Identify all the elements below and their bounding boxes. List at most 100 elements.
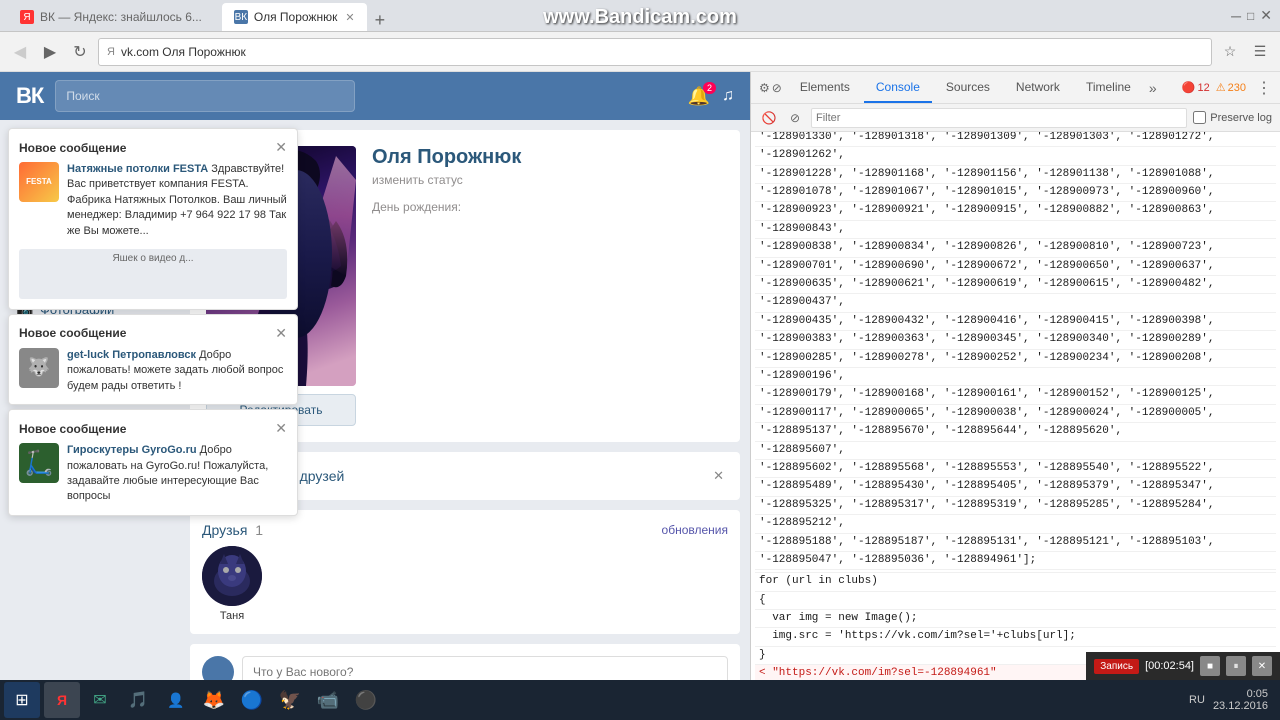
settings-button[interactable]: ☰ bbox=[1248, 40, 1272, 64]
console-line: '-128895212', bbox=[755, 515, 1276, 533]
console-line: '-128895137', '-128895670', '-128895644'… bbox=[755, 423, 1276, 441]
tab-vk-close[interactable]: ✕ bbox=[345, 11, 354, 24]
devtools-options-button[interactable]: ⋮ bbox=[1256, 78, 1272, 98]
notif3-header: Новое сообщение ✕ bbox=[19, 420, 287, 437]
find-friends-label[interactable]: Найдите друзей bbox=[240, 468, 703, 484]
friend-item-tanya[interactable]: Таня bbox=[202, 546, 262, 622]
notif2-text: get-luck Петропавловск Добро пожаловать!… bbox=[67, 348, 287, 394]
devtools-dock-button[interactable]: ⚙ bbox=[759, 81, 770, 95]
devtools-filter-button[interactable]: ⊘ bbox=[772, 81, 782, 95]
recording-close-button[interactable]: ✕ bbox=[1252, 656, 1272, 676]
tab-yandex[interactable]: Я ВК — Яндекс: знайшлось 6... bbox=[8, 3, 222, 31]
console-clear-button[interactable]: 🚫 bbox=[759, 108, 779, 128]
close-button[interactable]: ✕ bbox=[1260, 7, 1272, 24]
console-line: '-128900383', '-128900363', '-128900345'… bbox=[755, 331, 1276, 349]
notif1-preview: Яшек о видео д... bbox=[19, 249, 287, 299]
notif2-body: 🐺 get-luck Петропавловск Добро пожаловат… bbox=[19, 348, 287, 394]
notif1-close-button[interactable]: ✕ bbox=[275, 139, 287, 156]
taskbar-app-other[interactable]: ⚫ bbox=[348, 682, 384, 718]
tab-vk[interactable]: ВК Оля Порожнюк ✕ bbox=[222, 3, 367, 31]
console-line: '-128900435', '-128900432', '-128900416'… bbox=[755, 313, 1276, 331]
notif3-close-button[interactable]: ✕ bbox=[275, 420, 287, 437]
minimize-button[interactable]: ─ bbox=[1231, 8, 1241, 24]
bookmark-button[interactable]: ☆ bbox=[1218, 40, 1242, 64]
console-line: '-128901228', '-128901168', '-128901156'… bbox=[755, 166, 1276, 184]
music-button[interactable]: ♫ bbox=[722, 87, 734, 105]
back-button[interactable]: ◀ bbox=[8, 40, 32, 64]
console-line: '-128895602', '-128895568', '-128895553'… bbox=[755, 460, 1276, 478]
browser-titlebar: Я ВК — Яндекс: знайшлось 6... ВК Оля Пор… bbox=[0, 0, 1280, 32]
start-button[interactable]: ⊞ bbox=[4, 682, 40, 718]
devtools-more-tabs[interactable]: » bbox=[1149, 80, 1157, 96]
taskbar-app-user[interactable]: 👤 bbox=[158, 682, 194, 718]
taskbar-app-opera[interactable]: 🦅 bbox=[272, 682, 308, 718]
devtools-toolbar: ⚙ ⊘ Elements Console Sources Network Tim… bbox=[751, 72, 1280, 104]
profile-status-link[interactable]: изменить статус bbox=[372, 173, 724, 187]
taskbar-firefox-icon: 🦊 bbox=[203, 690, 225, 711]
notif3-avatar: 🛴 bbox=[19, 443, 59, 483]
devtools-tab-console[interactable]: Console bbox=[864, 72, 932, 103]
console-line: '-128895188', '-128895187', '-128895131'… bbox=[755, 534, 1276, 552]
friends-updates-link[interactable]: обновления bbox=[662, 523, 728, 537]
recording-pause-button[interactable]: ⏸ bbox=[1226, 656, 1246, 676]
notifications-button[interactable]: 🔔 2 bbox=[688, 86, 710, 107]
profile-info: Оля Порожнюк изменить статус День рожден… bbox=[372, 146, 724, 426]
error-count-badge: 🔴 12 bbox=[1182, 81, 1210, 94]
taskbar-app-video[interactable]: 📹 bbox=[310, 682, 346, 718]
recording-bar: Запись [00:02:54] ■ ⏸ ✕ bbox=[1086, 652, 1280, 680]
birthday-label: День рождения: bbox=[372, 200, 461, 214]
notif1-header: Новое сообщение ✕ bbox=[19, 139, 287, 156]
taskbar-video-icon: 📹 bbox=[317, 690, 339, 711]
console-line: '-128900838', '-128900834', '-128900826'… bbox=[755, 239, 1276, 257]
devtools-tab-sources[interactable]: Sources bbox=[934, 72, 1002, 103]
notif3-sender: Гироскутеры GyroGo.ru bbox=[67, 444, 197, 456]
devtools-tab-elements[interactable]: Elements bbox=[788, 72, 862, 103]
console-filter-input[interactable] bbox=[811, 108, 1187, 128]
console-output[interactable]: '-128902472', '-128902427', '-128902407'… bbox=[751, 132, 1280, 688]
taskbar-app-firefox[interactable]: 🦊 bbox=[196, 682, 232, 718]
preserve-log-label: Preserve log bbox=[1210, 112, 1272, 124]
devtools-tab-network[interactable]: Network bbox=[1004, 72, 1072, 103]
devtools-tab-timeline[interactable]: Timeline bbox=[1074, 72, 1143, 103]
tab-vk-title: Оля Порожнюк bbox=[254, 10, 337, 24]
profile-birthday: День рождения: bbox=[372, 199, 724, 214]
recording-stop-button[interactable]: ■ bbox=[1200, 656, 1220, 676]
taskbar: ⊞ Я ✉ 🎵 👤 🦊 🔵 🦅 📹 ⚫ RU bbox=[0, 680, 1280, 720]
notif2-close-button[interactable]: ✕ bbox=[275, 325, 287, 342]
vk-search-bar[interactable]: Поиск bbox=[55, 80, 355, 112]
console-line: '-128900701', '-128900690', '-128900672'… bbox=[755, 258, 1276, 276]
preserve-log-checkbox[interactable]: Preserve log bbox=[1193, 111, 1272, 124]
taskbar-time-display: 0:05 bbox=[1213, 688, 1268, 700]
preserve-log-check[interactable] bbox=[1193, 111, 1206, 124]
recording-badge: Запись bbox=[1094, 659, 1139, 674]
console-filter-button[interactable]: ⊘ bbox=[785, 108, 805, 128]
console-line: '-128895325', '-128895317', '-128895319'… bbox=[755, 497, 1276, 515]
vk-header-icons: 🔔 2 ♫ bbox=[688, 86, 734, 107]
new-tab-button[interactable]: + bbox=[371, 10, 390, 31]
refresh-button[interactable]: ↻ bbox=[68, 40, 92, 64]
notif2-header: Новое сообщение ✕ bbox=[19, 325, 287, 342]
profile-name: Оля Порожнюк bbox=[372, 146, 724, 169]
taskbar-app-chrome[interactable]: 🔵 bbox=[234, 682, 270, 718]
taskbar-language: RU bbox=[1189, 694, 1205, 706]
tab-bar: Я ВК — Яндекс: знайшлось 6... ВК Оля Пор… bbox=[8, 0, 389, 31]
friends-header: Друзья 1 обновления bbox=[202, 522, 728, 538]
content-area: ВК Поиск 🔔 2 ♫ bbox=[0, 72, 1280, 720]
find-friends-close-button[interactable]: ✕ bbox=[713, 468, 724, 484]
taskbar-app-yandex[interactable]: Я bbox=[44, 682, 80, 718]
notif3-title: Новое сообщение bbox=[19, 422, 126, 436]
recording-time: [00:02:54] bbox=[1145, 660, 1194, 672]
taskbar-app-mail[interactable]: ✉ bbox=[82, 682, 118, 718]
taskbar-mail-icon: ✉ bbox=[93, 690, 106, 710]
taskbar-opera-icon: 🦅 bbox=[279, 690, 301, 711]
console-line: '-128895047', '-128895036', '-128894961'… bbox=[755, 552, 1276, 570]
forward-button[interactable]: ▶ bbox=[38, 40, 62, 64]
taskbar-app-music[interactable]: 🎵 bbox=[120, 682, 156, 718]
console-line: img.src = 'https://vk.com/im?sel='+clubs… bbox=[755, 628, 1276, 646]
address-bar[interactable]: Я vk.com Оля Порожнюк bbox=[98, 38, 1212, 66]
restore-button[interactable]: □ bbox=[1247, 9, 1254, 23]
taskbar-music-icon: 🎵 bbox=[128, 690, 148, 710]
taskbar-apps: Я ✉ 🎵 👤 🦊 🔵 🦅 📹 ⚫ bbox=[44, 682, 1189, 718]
address-text: vk.com Оля Порожнюк bbox=[121, 45, 246, 59]
taskbar-clock: 0:05 23.12.2016 bbox=[1213, 688, 1268, 712]
